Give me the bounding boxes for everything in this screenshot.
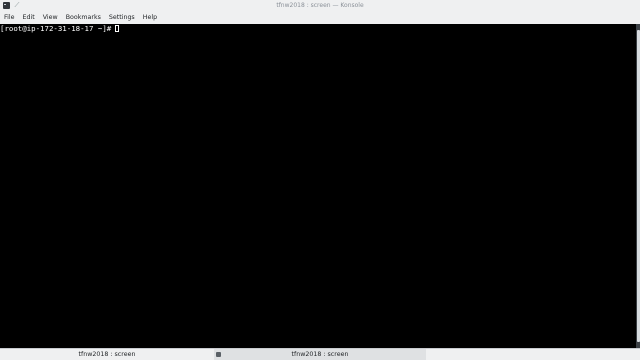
- tab-session-1[interactable]: tfnw2018 : screen: [0, 349, 214, 360]
- scrollbar-thumb[interactable]: [636, 30, 640, 342]
- tab-session-2[interactable]: tfnw2018 : screen: [214, 349, 426, 360]
- tab-label: tfnw2018 : screen: [78, 351, 136, 358]
- text-cursor: [115, 25, 120, 32]
- menu-edit[interactable]: Edit: [19, 12, 39, 24]
- menu-file[interactable]: File: [0, 12, 19, 24]
- tab-close-icon[interactable]: [216, 352, 221, 357]
- prompt-line: [root@ip-172-31-18-17 ~]#: [0, 24, 120, 33]
- vertical-scrollbar[interactable]: [636, 24, 640, 348]
- menu-view[interactable]: View: [39, 12, 62, 24]
- menu-help[interactable]: Help: [139, 12, 161, 24]
- menu-bookmarks[interactable]: Bookmarks: [62, 12, 105, 24]
- window-titlebar: ⟋ tfnw2018 : screen — Konsole: [0, 0, 640, 12]
- terminal-area[interactable]: [root@ip-172-31-18-17 ~]#: [0, 24, 636, 348]
- shell-prompt: [root@ip-172-31-18-17 ~]#: [0, 24, 112, 33]
- menubar: File Edit View Bookmarks Settings Help: [0, 12, 640, 24]
- menu-settings[interactable]: Settings: [105, 12, 139, 24]
- window-title: tfnw2018 : screen — Konsole: [276, 2, 364, 9]
- tab-bar: tfnw2018 : screen tfnw2018 : screen: [0, 348, 640, 360]
- tab-label: tfnw2018 : screen: [291, 351, 349, 358]
